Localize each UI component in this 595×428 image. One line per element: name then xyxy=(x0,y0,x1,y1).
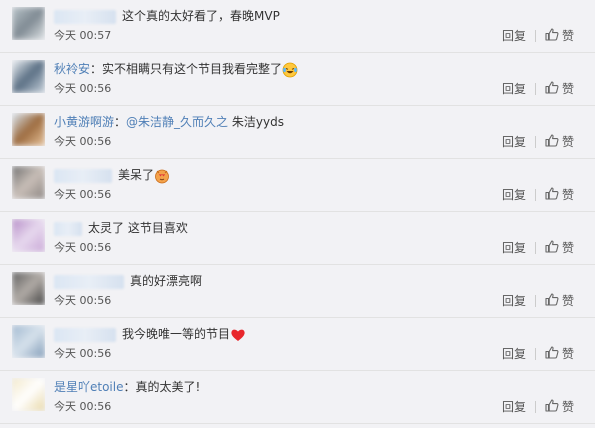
avatar[interactable] xyxy=(12,378,45,411)
reply-button[interactable]: 回复 xyxy=(502,346,526,362)
reply-button[interactable]: 回复 xyxy=(502,81,526,97)
comment-item: 小黄游啊游：@朱洁静_久而久之 朱洁yyds 今天 00:56 回复 赞 xyxy=(0,106,595,159)
comment-timestamp: 今天 00:56 xyxy=(54,188,112,201)
comment-actions: 回复 赞 xyxy=(502,186,574,204)
thumbs-up-icon xyxy=(545,80,562,98)
reply-button[interactable]: 回复 xyxy=(502,240,526,256)
colon: ： xyxy=(123,380,136,394)
reply-button[interactable]: 回复 xyxy=(502,293,526,309)
thumbs-up-icon xyxy=(545,292,562,310)
like-label: 赞 xyxy=(561,347,574,361)
masked-username xyxy=(54,327,116,342)
divider xyxy=(534,401,536,413)
comment-text: 我今晚唯一等的节目 xyxy=(122,327,231,341)
red-heart-emoji xyxy=(230,327,246,341)
like-label: 赞 xyxy=(561,29,574,43)
comment-actions: 回复 赞 xyxy=(502,398,574,416)
divider xyxy=(534,83,536,95)
comment-actions: 回复 赞 xyxy=(502,345,574,363)
like-label: 赞 xyxy=(561,400,574,414)
comment-item: 秋袊安：实不相瞒只有这个节目我看完整了 今天 00:56 回复 赞 xyxy=(0,53,595,106)
reply-button[interactable]: 回复 xyxy=(502,187,526,203)
comment-username[interactable]: 小黄游啊游 xyxy=(54,115,114,129)
comment-actions: 回复 赞 xyxy=(502,27,574,45)
thumbs-up-icon xyxy=(545,345,562,363)
like-button[interactable]: 赞 xyxy=(545,292,574,310)
masked-username xyxy=(54,9,116,24)
reply-button[interactable]: 回复 xyxy=(502,399,526,415)
like-label: 赞 xyxy=(561,294,574,308)
avatar[interactable] xyxy=(12,272,45,305)
comment-actions: 回复 赞 xyxy=(502,80,574,98)
comment-item: 太灵了 这节目喜欢 今天 00:56 回复 赞 xyxy=(0,212,595,265)
like-button[interactable]: 赞 xyxy=(545,239,574,257)
divider xyxy=(534,295,536,307)
comment-timestamp: 今天 00:57 xyxy=(54,29,112,42)
comment-text: 实不相瞒只有这个节目我看完整了 xyxy=(102,62,283,76)
comment-text: 真的好漂亮啊 xyxy=(130,274,203,288)
masked-username xyxy=(54,274,124,289)
avatar[interactable] xyxy=(12,219,45,252)
comment-item: 真的好漂亮啊 今天 00:56 回复 赞 xyxy=(0,265,595,318)
thumbs-up-icon xyxy=(545,186,562,204)
avatar[interactable] xyxy=(12,60,45,93)
divider xyxy=(534,189,536,201)
avatar[interactable] xyxy=(12,113,45,146)
like-button[interactable]: 赞 xyxy=(545,398,574,416)
comment-item: 是星吖etoile：真的太美了! 今天 00:56 回复 赞 xyxy=(0,371,595,424)
masked-username xyxy=(54,168,112,183)
comment-actions: 回复 赞 xyxy=(502,133,574,151)
thumbs-up-icon xyxy=(545,398,562,416)
thumbs-up-icon xyxy=(545,27,562,45)
avatar[interactable] xyxy=(12,325,45,358)
comment-timestamp: 今天 00:56 xyxy=(54,347,112,360)
comment-actions: 回复 赞 xyxy=(502,292,574,310)
comment-actions: 回复 赞 xyxy=(502,239,574,257)
like-button[interactable]: 赞 xyxy=(545,186,574,204)
comment-text: 真的太美了! xyxy=(135,380,201,394)
comment-item: 这个真的太好看了，春晚MVP 今天 00:57 回复 赞 xyxy=(0,0,595,53)
like-button[interactable]: 赞 xyxy=(545,133,574,151)
comment-timestamp: 今天 00:56 xyxy=(54,400,112,413)
laugh-cry-emoji xyxy=(282,62,298,77)
divider xyxy=(534,348,536,360)
like-label: 赞 xyxy=(561,188,574,202)
comment-timestamp: 今天 00:56 xyxy=(54,135,112,148)
reply-button[interactable]: 回复 xyxy=(502,134,526,150)
comment-list: 这个真的太好看了，春晚MVP 今天 00:57 回复 赞 秋袊安：实不相瞒只有这… xyxy=(0,0,595,428)
colon: ： xyxy=(114,115,127,129)
comment-text: 这个真的太好看了，春晚MVP xyxy=(122,9,280,23)
comment-item: 美呆了 今天 00:56 回复 赞 xyxy=(0,159,595,212)
comment-username[interactable]: 是星吖etoile xyxy=(54,380,123,394)
like-button[interactable]: 赞 xyxy=(545,80,574,98)
divider xyxy=(534,30,536,42)
comment-username[interactable]: 秋袊安 xyxy=(54,62,90,76)
comment-text: 太灵了 这节目喜欢 xyxy=(88,221,188,235)
like-label: 赞 xyxy=(561,82,574,96)
masked-username xyxy=(54,221,82,236)
comment-timestamp: 今天 00:56 xyxy=(54,82,112,95)
thumbs-up-icon xyxy=(545,239,562,257)
reply-button[interactable]: 回复 xyxy=(502,28,526,44)
avatar[interactable] xyxy=(12,166,45,199)
like-button[interactable]: 赞 xyxy=(545,27,574,45)
avatar[interactable] xyxy=(12,7,45,40)
comment-text: 美呆了 xyxy=(118,168,155,182)
like-label: 赞 xyxy=(561,241,574,255)
comment-text: 朱洁yyds xyxy=(231,115,284,129)
divider xyxy=(534,242,536,254)
like-button[interactable]: 赞 xyxy=(545,345,574,363)
comment-item: 我今晚唯一等的节目 今天 00:56 回复 赞 xyxy=(0,318,595,371)
colon: ： xyxy=(90,62,103,76)
comment-timestamp: 今天 00:56 xyxy=(54,294,112,307)
divider xyxy=(534,136,536,148)
comment-timestamp: 今天 00:56 xyxy=(54,241,112,254)
thumbs-up-icon xyxy=(545,133,562,151)
mention-link[interactable]: @朱洁静_久而久之 xyxy=(126,115,228,129)
like-label: 赞 xyxy=(561,135,574,149)
heart-eyes-emoji xyxy=(154,168,170,183)
